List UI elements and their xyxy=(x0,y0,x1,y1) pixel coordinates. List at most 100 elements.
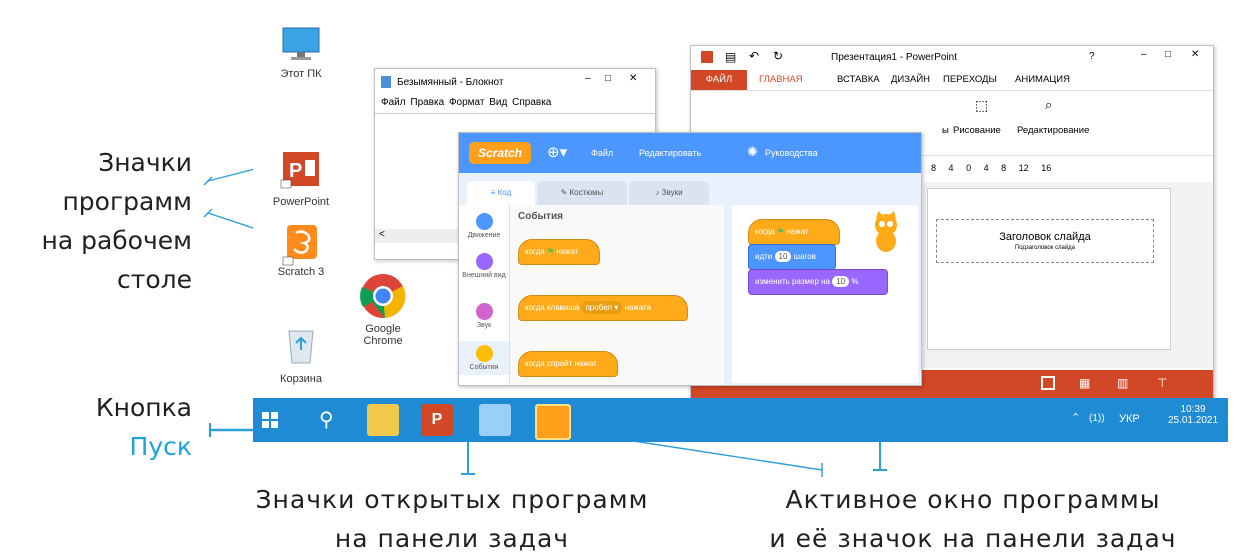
tab-file[interactable]: ФАЙЛ xyxy=(691,70,747,90)
clock[interactable]: 10:39 25.01.2021 xyxy=(1163,404,1223,426)
block-text: нажат xyxy=(786,227,809,236)
start-button[interactable] xyxy=(261,411,279,429)
menu-file[interactable]: Файл xyxy=(591,148,613,158)
clock-time: 10:39 xyxy=(1180,404,1206,415)
find-icon[interactable]: ⌕ xyxy=(1045,97,1052,113)
normal-view-icon[interactable] xyxy=(1041,376,1055,390)
script-size-block[interactable]: изменить размер на 10 % xyxy=(748,269,888,295)
tab-design[interactable]: ДИЗАЙН xyxy=(891,74,930,85)
scratch-tabs: ≡ Код ✎ Костюмы ♪ Звуки xyxy=(459,173,921,205)
tab-insert[interactable]: ВСТАВКА xyxy=(837,74,880,85)
slide[interactable]: Заголовок слайда Подзаголовок слайда xyxy=(927,188,1171,350)
scratch-logo[interactable]: Scratch xyxy=(469,142,531,164)
tab-costumes[interactable]: ✎ Костюмы xyxy=(537,181,627,205)
tab-home[interactable]: ГЛАВНАЯ xyxy=(759,74,803,85)
menu-tutorials[interactable]: Руководства xyxy=(765,148,818,158)
scratch-icon xyxy=(282,225,317,266)
category-looks[interactable]: Внешний вид xyxy=(459,253,509,279)
block-when-key-pressed[interactable]: когда клавиша пробел ▾ нажата xyxy=(518,295,688,321)
category-label: Звук xyxy=(476,322,492,329)
notepad-title: Безымянный - Блокнот xyxy=(397,77,504,88)
scratch-menubar: Scratch ⊕▾ Файл Редактировать ✺ Руководс… xyxy=(459,133,921,173)
group-drawing[interactable]: Рисование xyxy=(953,125,1001,136)
slide-sorter-icon[interactable]: ▦ xyxy=(1079,376,1090,390)
menu-view[interactable]: Вид xyxy=(489,97,507,108)
slideshow-icon[interactable]: ⊤ xyxy=(1157,376,1167,390)
taskbar: ⚲ P ⌃ (1)) УКР 10:39 25.01.2021 xyxy=(253,398,1228,442)
desktop-icon-this-pc[interactable]: Этот ПК xyxy=(256,26,346,80)
key-dropdown[interactable]: пробел ▾ xyxy=(581,301,623,314)
computer-icon xyxy=(282,27,320,60)
chrome-icon xyxy=(360,274,406,318)
desktop-icon-label: Корзина xyxy=(280,373,322,385)
taskbar-powerpoint-icon[interactable]: P xyxy=(421,404,453,436)
desktop-icon-label: Scratch 3 xyxy=(277,266,325,278)
tab-sounds[interactable]: ♪ Звуки xyxy=(629,181,709,205)
minimize-icon[interactable]: – xyxy=(1141,49,1147,60)
category-events[interactable]: События xyxy=(459,341,509,375)
tray-chevron-icon[interactable]: ⌃ xyxy=(1071,411,1080,424)
block-when-sprite-clicked[interactable]: когда спрайт нажат xyxy=(518,351,618,377)
scratch-categories: Движение Внешний вид Звук События xyxy=(459,205,510,385)
category-label: Внешний вид xyxy=(462,272,506,279)
scratch-window[interactable]: Scratch ⊕▾ Файл Редактировать ✺ Руководс… xyxy=(458,132,922,386)
block-when-flag-clicked[interactable]: когда ⚑ нажат xyxy=(518,239,600,265)
script-move-block[interactable]: идти 10 шагов xyxy=(748,244,836,270)
desktop-icon-recycle-bin[interactable]: Корзина xyxy=(256,325,346,385)
minimize-icon[interactable]: – xyxy=(585,73,591,84)
volume-icon[interactable]: (1)) xyxy=(1089,413,1105,424)
redo-icon[interactable]: ↻ xyxy=(773,49,783,63)
powerpoint-titlebar: ▤ ↶ ↻ Презентация1 - PowerPoint ? – □ ✕ xyxy=(691,46,1213,70)
maximize-icon[interactable]: □ xyxy=(1165,49,1171,60)
script-hat-block[interactable]: когда ⚑ нажат xyxy=(748,219,840,245)
menu-edit[interactable]: Правка xyxy=(410,97,444,108)
search-icon[interactable]: ⚲ xyxy=(319,407,334,432)
group-editing[interactable]: Редактирование xyxy=(1017,125,1089,136)
language-indicator[interactable]: УКР xyxy=(1119,413,1140,425)
menu-file[interactable]: Файл xyxy=(381,97,406,108)
maximize-icon[interactable]: □ xyxy=(605,73,611,84)
taskbar-notepad-icon[interactable] xyxy=(479,404,511,436)
partial-group-label: ы xyxy=(942,125,949,136)
category-sound[interactable]: Звук xyxy=(459,303,509,329)
tab-code[interactable]: ≡ Код xyxy=(467,181,535,205)
undo-icon[interactable]: ↶ xyxy=(749,49,759,63)
scratch-code-area[interactable]: когда ⚑ нажат идти 10 шагов изменить раз… xyxy=(732,205,918,383)
ruler-tick: 16 xyxy=(1041,163,1052,173)
menu-help[interactable]: Справка xyxy=(512,97,551,108)
globe-icon[interactable]: ⊕▾ xyxy=(547,143,567,161)
taskbar-file-explorer-icon[interactable] xyxy=(367,404,399,436)
desktop-icon-powerpoint[interactable]: P PowerPoint xyxy=(256,150,346,208)
close-icon[interactable]: ✕ xyxy=(629,73,637,84)
tab-animation[interactable]: АНИМАЦИЯ xyxy=(1015,74,1070,85)
shapes-icon[interactable]: ⬚ xyxy=(975,97,988,114)
tab-transitions[interactable]: ПЕРЕХОДЫ xyxy=(943,74,997,85)
menu-edit[interactable]: Редактировать xyxy=(639,148,701,158)
block-text: нажат xyxy=(556,247,579,256)
tutorials-icon: ✺ xyxy=(747,144,758,159)
block-text: когда xyxy=(755,227,775,236)
steps-input[interactable]: 10 xyxy=(774,251,792,262)
category-motion[interactable]: Движение xyxy=(459,213,509,239)
size-input[interactable]: 10 xyxy=(832,276,850,287)
desktop-icon-chrome[interactable]: Google Chrome xyxy=(343,272,423,347)
menu-format[interactable]: Формат xyxy=(449,97,485,108)
taskbar-scratch-icon[interactable] xyxy=(535,404,571,440)
windows-icon xyxy=(262,412,278,428)
block-text: когда клавиша xyxy=(525,303,580,312)
reading-view-icon[interactable]: ▥ xyxy=(1117,376,1128,390)
desktop: Этот ПК P PowerPoint Scratch 3 Google Ch… xyxy=(253,10,1228,399)
green-flag-icon: ⚑ xyxy=(776,227,785,236)
title-placeholder[interactable]: Заголовок слайда Подзаголовок слайда xyxy=(936,219,1154,263)
desktop-icon-scratch[interactable]: Scratch 3 xyxy=(256,223,346,278)
help-icon[interactable]: ? xyxy=(1089,51,1095,62)
scroll-left-icon[interactable]: < xyxy=(379,229,385,240)
close-icon[interactable]: ✕ xyxy=(1191,49,1199,60)
scratch-block-palette: События когда ⚑ нажат когда клавиша проб… xyxy=(510,205,724,385)
block-text: % xyxy=(851,277,859,286)
save-icon[interactable]: ▤ xyxy=(725,50,736,64)
block-text: шагов xyxy=(793,252,816,261)
palette-title: События xyxy=(518,211,563,222)
slide-title: Заголовок слайда xyxy=(999,231,1091,243)
dropdown-value: пробел xyxy=(585,303,613,312)
